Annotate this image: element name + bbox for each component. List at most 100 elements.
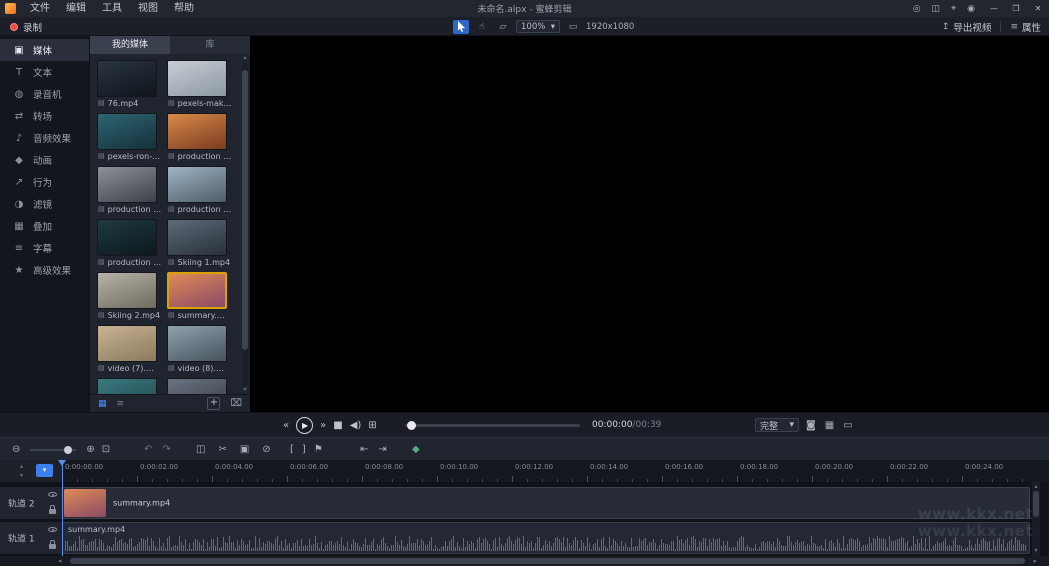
sidebar-item-1[interactable]: T 文本 <box>0 61 89 83</box>
playhead-flag-button[interactable]: ▾ <box>36 464 53 477</box>
eye-icon[interactable]: ◉ <box>967 4 975 14</box>
sidebar-item-0[interactable]: ▣ 媒体 <box>0 39 89 61</box>
media-scrollbar-thumb[interactable] <box>242 70 248 350</box>
save-icon[interactable]: ◫ <box>932 4 941 14</box>
menu-item-1[interactable]: 编辑 <box>58 0 94 17</box>
pin-icon[interactable]: ◎ <box>913 4 921 14</box>
zoom-out-icon[interactable]: ⊖ <box>12 444 20 455</box>
picture-button[interactable]: ▦ <box>825 420 834 431</box>
media-thumbnail[interactable] <box>167 166 227 203</box>
playhead-line[interactable] <box>62 460 63 556</box>
pan-tool-button[interactable]: ☝ <box>474 20 490 34</box>
mark-in-button[interactable]: [ <box>290 444 294 455</box>
media-item[interactable]: ▤ Skiing 1.mp4 <box>167 219 235 268</box>
quiz-shield-button[interactable]: ◆ <box>412 444 420 455</box>
scroll-up-icon[interactable]: ▴ <box>241 55 249 61</box>
maximize-button[interactable]: ❐ <box>1005 0 1027 17</box>
media-item[interactable]: ▤ <box>167 378 235 394</box>
tracks-scrollbar[interactable]: ▴ ▾ <box>1032 482 1040 556</box>
select-tool-button[interactable] <box>453 20 469 34</box>
snapshot-button[interactable]: ◙ <box>806 420 816 431</box>
media-thumbnail[interactable] <box>167 219 227 256</box>
media-item[interactable]: ▤ summary.mp4 <box>167 272 235 321</box>
media-thumbnail[interactable] <box>97 60 157 97</box>
hscrollbar-thumb[interactable] <box>70 558 1025 564</box>
marker-flag-button[interactable]: ⚑ <box>314 444 323 455</box>
list-view-button[interactable]: ≡ <box>117 399 125 409</box>
menu-item-4[interactable]: 帮助 <box>166 0 202 17</box>
media-item[interactable]: ▤ video (7).mp4 <box>97 325 165 374</box>
stop-button[interactable]: ■ <box>333 420 342 431</box>
media-item[interactable]: ▤ production ID_... <box>167 113 235 162</box>
play-button[interactable]: ▶ <box>296 417 313 434</box>
track-2-header[interactable]: 轨道 2 <box>0 487 62 519</box>
zoom-slider-knob[interactable] <box>64 446 72 454</box>
lock-icon[interactable] <box>49 509 56 514</box>
close-button[interactable]: ✕ <box>1027 0 1049 17</box>
media-thumbnail[interactable] <box>167 113 227 150</box>
redo-button[interactable]: ↷ <box>162 444 170 455</box>
track-scroll-arrows[interactable]: ▴▾ <box>20 462 23 480</box>
audio-clip[interactable]: summary.mp4 <box>62 522 1030 554</box>
tracks-scrollbar-thumb[interactable] <box>1033 491 1039 517</box>
media-scrollbar[interactable] <box>242 62 248 386</box>
media-thumbnail[interactable] <box>167 60 227 97</box>
media-item[interactable]: ▤ pexels-maksim-... <box>167 60 235 109</box>
media-item[interactable]: ▤ video (8).mp4 <box>167 325 235 374</box>
timeline-hscrollbar[interactable]: ◂ ▸ <box>0 556 1049 566</box>
skip-back-button[interactable]: « <box>283 420 289 431</box>
scroll-right-icon[interactable]: ▸ <box>1033 556 1037 566</box>
zoom-in-icon[interactable]: ⊕ <box>86 444 94 455</box>
tab-my-media[interactable]: 我的媒体 <box>90 36 170 54</box>
menu-item-2[interactable]: 工具 <box>94 0 130 17</box>
tab-library[interactable]: 库 <box>170 36 250 54</box>
sidebar-item-8[interactable]: ▦ 叠加 <box>0 215 89 237</box>
crop-tool-button[interactable]: ▱ <box>495 20 511 34</box>
sidebar-item-2[interactable]: ◍ 录音机 <box>0 83 89 105</box>
scroll-up-icon[interactable]: ▴ <box>1032 483 1040 491</box>
skip-forward-button[interactable]: » <box>320 420 326 431</box>
lock-icon[interactable] <box>49 544 56 549</box>
export-video-button[interactable]: ↥ 导出视频 <box>942 20 992 34</box>
fit-timeline-icon[interactable]: ⊡ <box>102 444 110 455</box>
timeline-ruler[interactable]: ▴▾ ▾ 0:00:00.000:00:02.000:00:04.000:00:… <box>0 460 1049 482</box>
add-media-button[interactable]: + <box>207 397 220 410</box>
scissors-button[interactable]: ✂ <box>218 444 226 455</box>
media-item[interactable]: ▤ 76.mp4 <box>97 60 165 109</box>
media-thumbnail[interactable] <box>97 325 157 362</box>
trash-icon[interactable]: ⌧ <box>230 398 242 409</box>
media-thumbnail[interactable] <box>167 272 227 309</box>
record-button[interactable]: 录制 <box>10 17 42 36</box>
sidebar-item-5[interactable]: ◆ 动画 <box>0 149 89 171</box>
sidebar-item-3[interactable]: ⇄ 转场 <box>0 105 89 127</box>
media-item[interactable]: ▤ production ID_... <box>97 166 165 215</box>
properties-button[interactable]: ≡ 属性 <box>1010 20 1041 34</box>
track-1-header[interactable]: 轨道 1 <box>0 522 62 554</box>
media-thumbnail[interactable] <box>97 378 157 394</box>
jump-start-button[interactable]: ⇤ <box>360 444 368 455</box>
preview-quality-select[interactable]: 完整 ▾ <box>755 418 799 432</box>
media-thumbnail[interactable] <box>167 325 227 362</box>
scroll-down-icon[interactable]: ▾ <box>1032 547 1040 555</box>
media-item[interactable]: ▤ <box>97 378 165 394</box>
menu-item-0[interactable]: 文件 <box>22 0 58 17</box>
media-thumbnail[interactable] <box>97 166 157 203</box>
canvas-size-button[interactable]: ▭ <box>565 20 581 34</box>
split-button[interactable]: ◫ <box>196 444 205 455</box>
fullscreen-button[interactable]: ⊞ <box>368 420 376 431</box>
sidebar-item-4[interactable]: ♪ 音频效果 <box>0 127 89 149</box>
sidebar-item-7[interactable]: ◑ 滤镜 <box>0 193 89 215</box>
detach-preview-button[interactable]: ▭ <box>843 420 852 431</box>
minimize-button[interactable]: — <box>983 0 1005 17</box>
mic-icon[interactable]: ⌖ <box>951 4 956 14</box>
seek-knob[interactable] <box>407 421 416 430</box>
volume-button[interactable]: ◀) <box>350 420 362 431</box>
media-item[interactable]: ▤ production ID_... <box>97 219 165 268</box>
jump-end-button[interactable]: ⇥ <box>378 444 386 455</box>
menu-item-3[interactable]: 视图 <box>130 0 166 17</box>
sidebar-item-10[interactable]: ★ 高级效果 <box>0 259 89 281</box>
media-item[interactable]: ▤ Skiing 2.mp4 <box>97 272 165 321</box>
media-item[interactable]: ▤ pexels-ron-lach... <box>97 113 165 162</box>
video-clip[interactable]: summary.mp4 <box>62 487 1030 519</box>
copy-button[interactable]: ▣ <box>240 444 249 455</box>
